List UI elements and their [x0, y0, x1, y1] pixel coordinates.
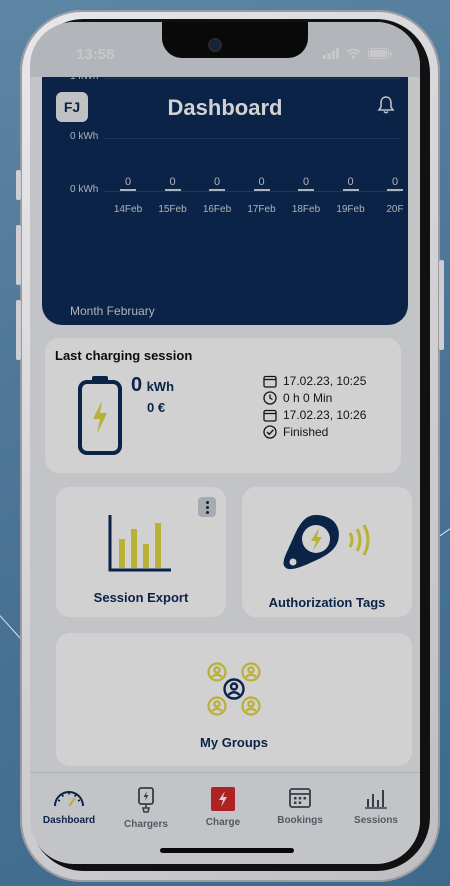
bar-chart-icon [108, 515, 171, 572]
status-icons [323, 48, 392, 59]
status-time: 13:58 [76, 46, 115, 63]
signal-icon [323, 48, 339, 59]
phone-volume-up [16, 225, 21, 285]
chart-bar [298, 189, 314, 191]
bar-value-label: 0 [169, 176, 176, 188]
nav-bookings[interactable]: Bookings [267, 773, 333, 843]
nav-label: Charge [205, 817, 241, 828]
nav-label: Chargers [124, 819, 168, 830]
gridline [104, 138, 400, 139]
chart-bar [387, 189, 403, 191]
session-export-tile[interactable]: Session Export [56, 487, 226, 617]
groups-icon [207, 662, 261, 716]
nav-dashboard[interactable]: Dashboard [36, 773, 102, 843]
session-start: 17.02.23, 10:25 [283, 374, 367, 388]
energy-value: 0 [131, 374, 143, 396]
notch [162, 22, 308, 58]
my-groups-tile[interactable]: My Groups [56, 633, 412, 766]
y-tick-label: 0 kWh [70, 184, 99, 195]
front-camera [208, 38, 222, 52]
y-tick-label: 0 kWh [70, 131, 99, 142]
wifi-icon [346, 48, 361, 59]
speedometer-icon [54, 791, 84, 807]
chart-bar [209, 189, 225, 191]
bar-value-label: 0 [347, 176, 354, 188]
gridline [104, 78, 400, 79]
x-tick-label: 17Feb [247, 204, 276, 215]
chart-caption: Month February [70, 304, 155, 318]
energy-unit: kWh [146, 379, 175, 394]
app-screen: 13:58 FJ Dashboard 1 kWh 0 kWh 0 kWh 0 14Feb… [30, 22, 420, 864]
x-tick-label: 19Feb [336, 204, 365, 215]
my-groups-label: My Groups [200, 735, 268, 750]
authorization-tags-tile[interactable]: Authorization Tags [242, 487, 412, 617]
chart-bar [342, 189, 359, 191]
chart-bar [164, 189, 181, 191]
phone-side-button [16, 170, 21, 200]
nav-label: Bookings [277, 815, 323, 826]
x-tick-label: 20F [386, 204, 404, 215]
nav-charge[interactable]: Charge [190, 773, 256, 843]
nav-sessions[interactable]: Sessions [343, 773, 409, 843]
page-title: Dashboard [167, 95, 283, 120]
chart-bar [253, 189, 270, 191]
tile-menu-button[interactable] [198, 497, 216, 517]
charge-icon [211, 787, 235, 811]
session-start-row: 17.02.23, 10:25 [263, 374, 366, 388]
bar-value-label: 0 [258, 176, 265, 188]
x-tick-label: 14Feb [113, 204, 143, 215]
phone-volume-down [16, 300, 21, 360]
x-tick-label: 15Feb [158, 204, 187, 215]
session-end: 17.02.23, 10:26 [283, 408, 367, 422]
phone-power-button [439, 260, 444, 350]
nav-chargers[interactable]: Chargers [113, 773, 179, 843]
session-duration: 0 h 0 Min [283, 391, 333, 405]
bottom-nav: Dashboard Chargers Charge Bookings Sessi… [30, 772, 420, 843]
bar-chart-icon [365, 790, 387, 809]
calendar-icon [263, 409, 277, 422]
last-session-title: Last charging session [55, 348, 193, 363]
session-end-row: 17.02.23, 10:26 [263, 408, 366, 422]
battery-icon [368, 48, 392, 59]
energy-reading: 0 kWh [131, 374, 174, 397]
clock-icon [263, 391, 277, 405]
bar-value-label: 0 [302, 176, 310, 188]
session-status-row: Finished [263, 425, 328, 439]
gridline [104, 191, 400, 192]
calendar-icon [263, 375, 277, 388]
check-circle-icon [263, 425, 277, 439]
session-status: Finished [283, 425, 329, 439]
last-charging-session-card[interactable]: Last charging session 0 kWh 0 € 17.02.23… [45, 338, 401, 473]
dashboard-header: FJ Dashboard 1 kWh 0 kWh 0 kWh 0 14Feb 0 15Feb… [42, 71, 408, 325]
session-cost: 0 € [147, 400, 166, 415]
x-tick-label: 18Feb [291, 204, 321, 215]
session-duration-row: 0 h 0 Min [263, 391, 332, 405]
y-tick-label: 1 kWh [70, 71, 99, 82]
rfid-tag-icon [283, 515, 370, 570]
authorization-tags-label: Authorization Tags [268, 595, 386, 610]
calendar-icon [289, 788, 311, 808]
home-indicator [160, 848, 294, 853]
bar-value-label: 0 [213, 176, 221, 188]
x-tick-label: 16Feb [202, 204, 232, 215]
chart-bar [120, 189, 136, 191]
bar-value-label: 0 [124, 176, 132, 188]
session-export-label: Session Export [93, 590, 189, 605]
nav-label: Dashboard [42, 815, 96, 826]
battery-charging-icon [78, 376, 122, 455]
charger-icon [138, 787, 154, 813]
bar-value-label: 0 [391, 176, 399, 188]
nav-label: Sessions [354, 815, 398, 826]
bell-icon[interactable] [376, 95, 396, 115]
